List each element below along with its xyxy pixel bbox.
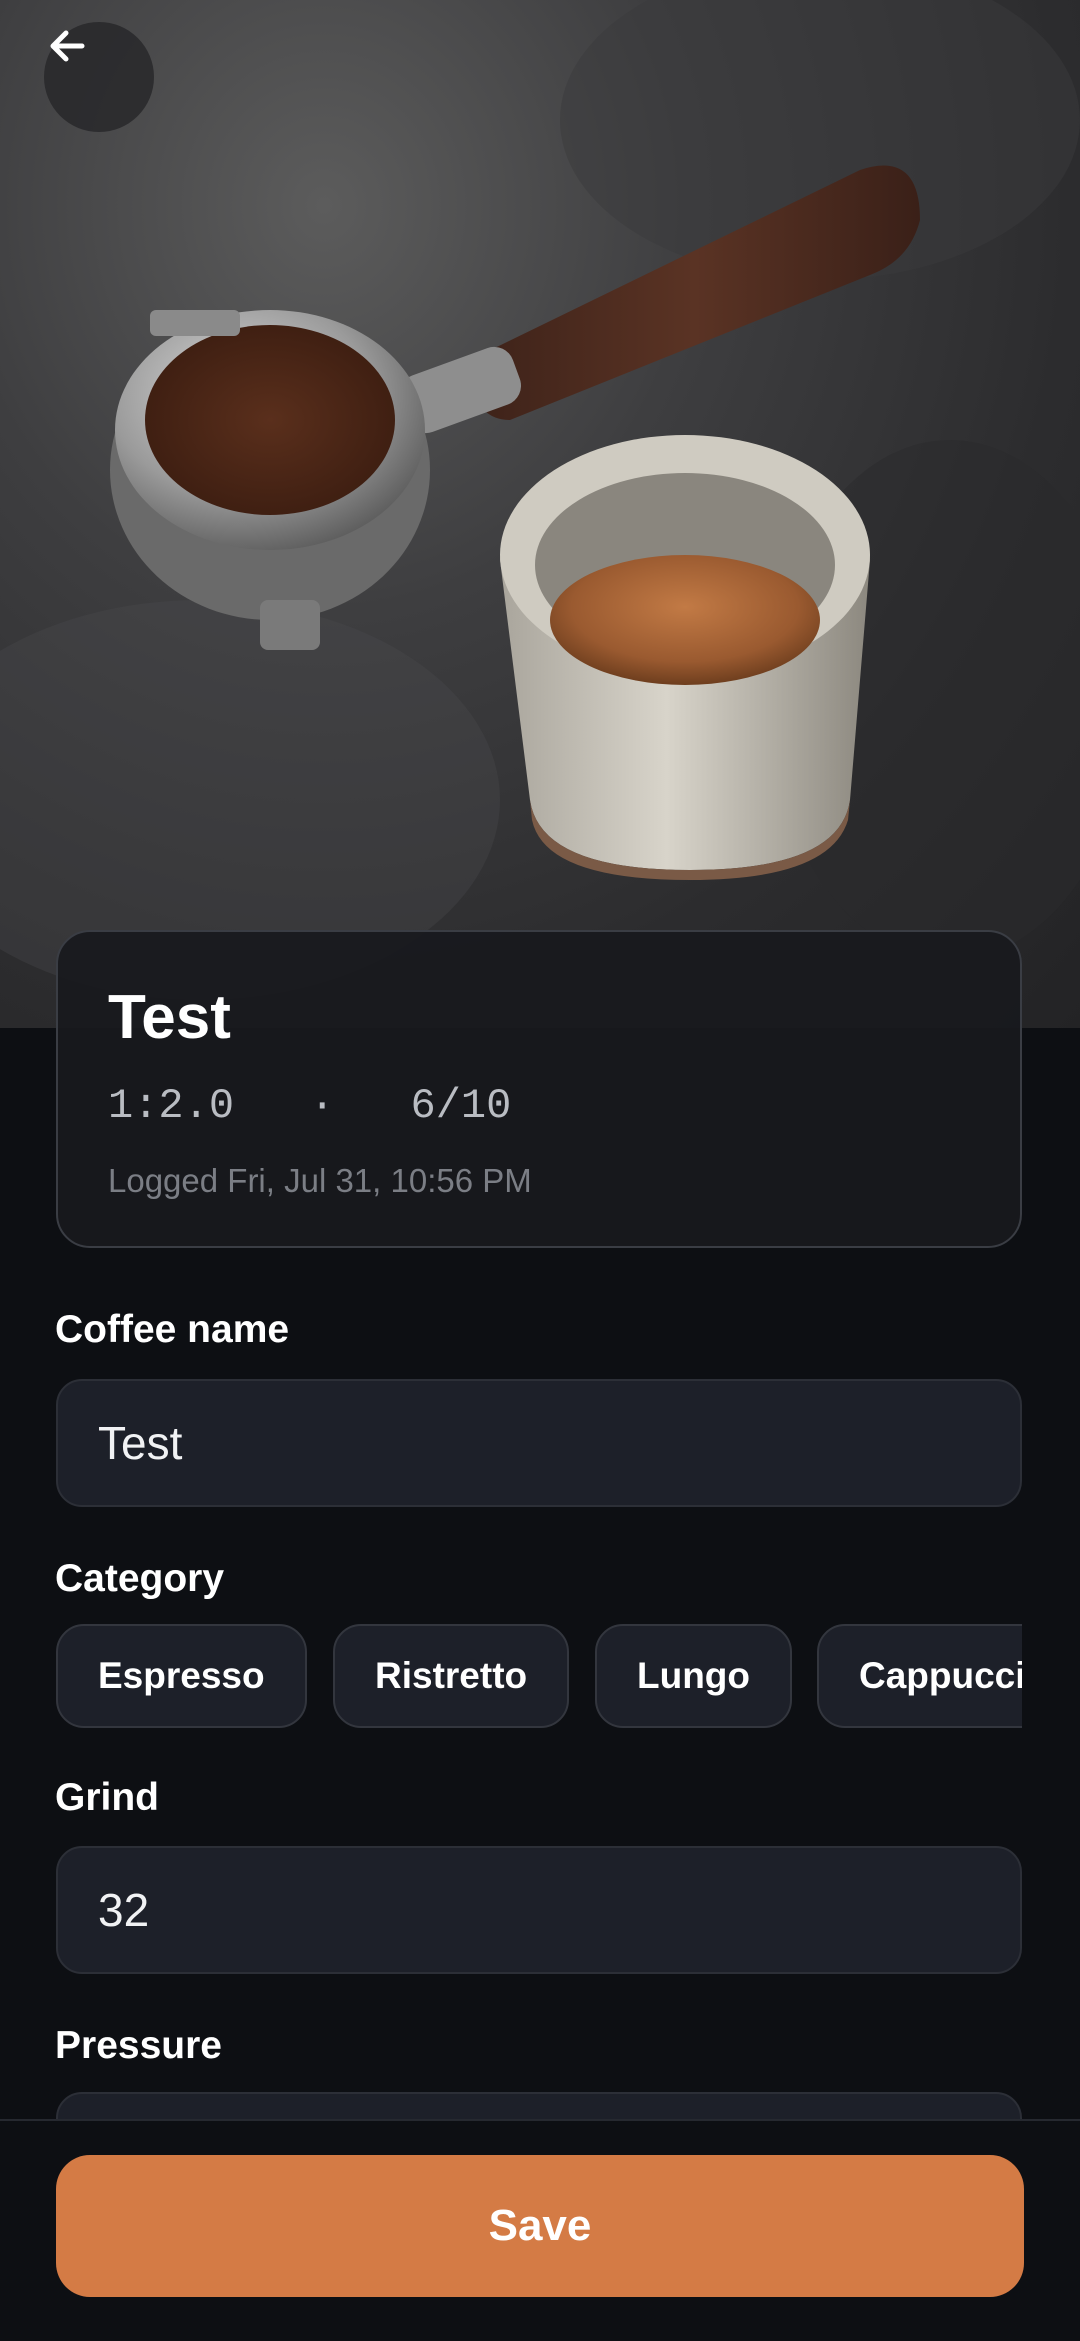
brew-ratio: 1:2.0 (108, 1082, 235, 1130)
category-chip-ristretto[interactable]: Ristretto (333, 1624, 570, 1728)
arrow-left-icon (50, 30, 85, 62)
coffee-log-edit-screen: Test 1:2.0 · 6/10 Logged Fri, Jul 31, 10… (0, 0, 1080, 2341)
category-chip-espresso[interactable]: Espresso (56, 1624, 307, 1728)
stats-separator: · (309, 1082, 335, 1130)
hero-photo (0, 0, 1080, 1028)
category-chip-cappuccino[interactable]: Cappuccino (817, 1624, 1022, 1728)
shot-summary-card: Test 1:2.0 · 6/10 Logged Fri, Jul 31, 10… (56, 930, 1022, 1248)
save-button[interactable]: Save (56, 2155, 1024, 2297)
category-chip-row[interactable]: Espresso Ristretto Lungo Cappuccino (56, 1624, 1022, 1728)
category-chip-lungo[interactable]: Lungo (595, 1624, 793, 1728)
shot-stats: 1:2.0 · 6/10 (108, 1082, 511, 1130)
grind-input[interactable] (56, 1846, 1022, 1974)
espresso-photo-illustration (0, 0, 1080, 1000)
back-button[interactable] (44, 22, 154, 132)
coffee-name-label: Coffee name (55, 1308, 290, 1351)
shot-rating: 6/10 (410, 1082, 512, 1130)
shot-title: Test (108, 983, 231, 1052)
pressure-label: Pressure (55, 2024, 222, 2067)
coffee-name-input[interactable] (56, 1379, 1022, 1507)
logged-timestamp: Logged Fri, Jul 31, 10:56 PM (108, 1162, 532, 1199)
bottom-action-bar: Save (0, 2119, 1080, 2341)
grind-label: Grind (55, 1776, 159, 1819)
category-label: Category (55, 1557, 225, 1600)
